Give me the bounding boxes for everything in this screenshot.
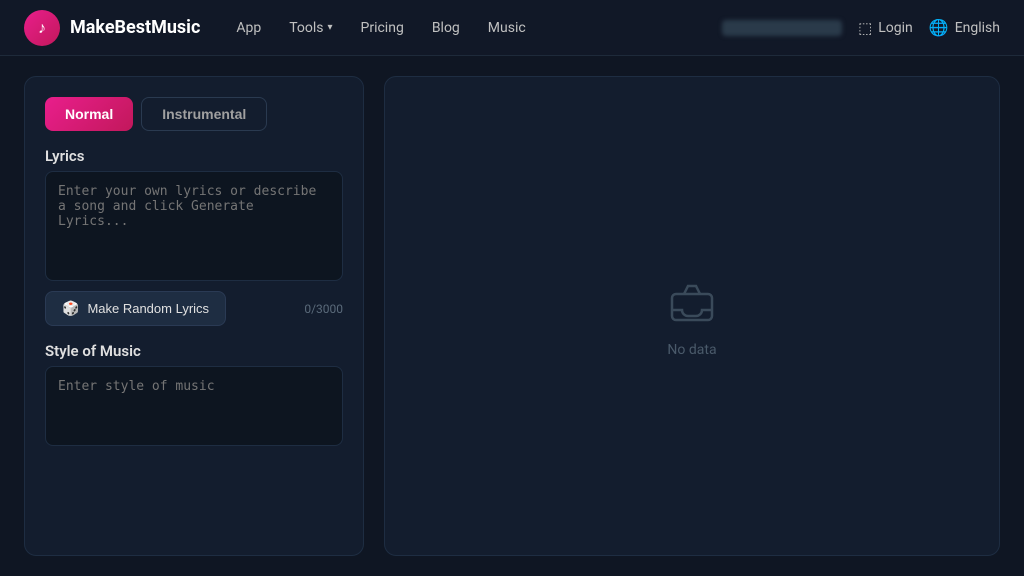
- lyrics-label: Lyrics: [45, 147, 343, 165]
- no-data-text: No data: [667, 342, 716, 358]
- nav-tools-label: Tools: [289, 20, 323, 36]
- make-random-label: Make Random Lyrics: [87, 301, 209, 316]
- lang-label: English: [955, 20, 1000, 36]
- lyrics-footer: 🎲 Make Random Lyrics 0/3000: [45, 291, 343, 326]
- main-content: Normal Instrumental Lyrics 🎲 Make Random…: [0, 56, 1024, 576]
- lyrics-input[interactable]: [45, 171, 343, 281]
- lyrics-section: Lyrics 🎲 Make Random Lyrics 0/3000: [45, 147, 343, 326]
- nav-tools[interactable]: Tools ▾: [289, 20, 332, 36]
- language-button[interactable]: 🌐 English: [929, 18, 1000, 37]
- redacted-area: [722, 20, 842, 36]
- tab-instrumental[interactable]: Instrumental: [141, 97, 267, 131]
- login-icon: ⬚: [858, 19, 872, 37]
- make-random-lyrics-button[interactable]: 🎲 Make Random Lyrics: [45, 291, 226, 326]
- left-panel: Normal Instrumental Lyrics 🎲 Make Random…: [24, 76, 364, 556]
- nav-links: App Tools ▾ Pricing Blog Music: [236, 20, 525, 36]
- mode-tabs: Normal Instrumental: [45, 97, 343, 131]
- nav-pricing[interactable]: Pricing: [361, 20, 404, 36]
- header: ♪ MakeBestMusic App Tools ▾ Pricing Blog…: [0, 0, 1024, 56]
- login-button[interactable]: ⬚ Login: [858, 19, 913, 37]
- nav-music[interactable]: Music: [488, 20, 526, 36]
- no-data-icon: [664, 274, 720, 330]
- logo-text: MakeBestMusic: [70, 17, 200, 38]
- login-label: Login: [878, 20, 913, 36]
- header-right: ⬚ Login 🌐 English: [858, 18, 1000, 37]
- nav-blog[interactable]: Blog: [432, 20, 460, 36]
- logo-symbol: ♪: [38, 18, 46, 38]
- dice-icon: 🎲: [62, 300, 79, 317]
- style-input[interactable]: [45, 366, 343, 446]
- char-count: 0/3000: [304, 302, 343, 316]
- globe-icon: 🌐: [929, 18, 949, 37]
- logo-area[interactable]: ♪ MakeBestMusic: [24, 10, 200, 46]
- nav-app[interactable]: App: [236, 20, 261, 36]
- logo-icon: ♪: [24, 10, 60, 46]
- right-panel: No data: [384, 76, 1000, 556]
- chevron-down-icon: ▾: [327, 22, 332, 33]
- style-label: Style of Music: [45, 342, 343, 360]
- tab-normal[interactable]: Normal: [45, 97, 133, 131]
- style-section: Style of Music: [45, 342, 343, 446]
